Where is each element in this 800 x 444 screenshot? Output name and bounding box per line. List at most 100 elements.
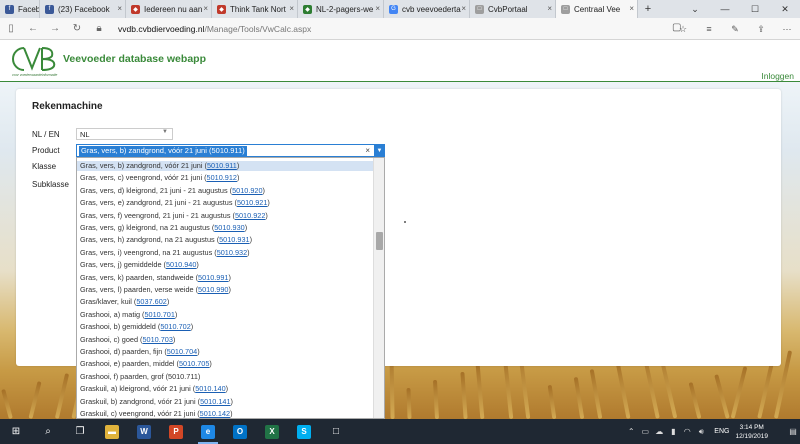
url-field[interactable]: vvdb.cvbdiervoeding.nl/Manage/Tools/VwCa…: [118, 24, 311, 34]
browser-tab[interactable]: ◆ Iedereen nu aan ×: [126, 0, 212, 18]
dropdown-option[interactable]: Grashooi, b) gemiddeld (5010.702): [77, 322, 374, 332]
language-select[interactable]: NL ▼: [76, 128, 173, 140]
close-tab-icon[interactable]: ×: [375, 4, 380, 13]
option-code-link[interactable]: 5010.920: [232, 186, 262, 195]
option-code-link[interactable]: 5010.702: [160, 322, 190, 331]
dropdown-option[interactable]: Gras, vers, c) veengrond, vóór 21 juni (…: [77, 173, 374, 183]
dropdown-option[interactable]: Grashooi, a) matig (5010.701): [77, 310, 374, 320]
battery-icon[interactable]: ▮: [666, 427, 680, 436]
chevron-up-icon[interactable]: ⌃: [624, 427, 638, 436]
dropdown-option[interactable]: Gras/klaver, kuil (5037.602): [77, 297, 374, 307]
dropdown-option[interactable]: Gras, vers, b) zandgrond, vóór 21 juni (…: [77, 161, 374, 171]
browser-tab[interactable]: ◆ NL-2-pagers-we ×: [298, 0, 384, 18]
new-tab-button[interactable]: +: [638, 0, 658, 18]
scrollbar-thumb[interactable]: [376, 232, 383, 250]
option-code-link[interactable]: 5010.940: [166, 260, 196, 269]
browser-tab[interactable]: Gcvb veevoederta ×: [384, 0, 470, 18]
task-view-glyph: ❐: [75, 426, 85, 437]
option-code-link[interactable]: 5010.141: [200, 397, 230, 406]
favorites-list-icon[interactable]: ≡: [696, 18, 722, 40]
dropdown-option[interactable]: Grashooi, d) paarden, fijn (5010.704): [77, 347, 374, 357]
forward-button[interactable]: →: [44, 18, 66, 40]
close-tab-icon[interactable]: ×: [117, 4, 122, 13]
login-link[interactable]: Inloggen: [761, 71, 794, 81]
clear-icon[interactable]: ×: [365, 146, 370, 155]
edge-icon[interactable]: e: [192, 419, 224, 444]
task-view-icon[interactable]: ❐: [64, 419, 96, 444]
notes-icon[interactable]: ✎: [722, 18, 748, 40]
option-code-link[interactable]: 5010.704: [167, 347, 197, 356]
browser-tab[interactable]: ◆ Think Tank Nort ×: [212, 0, 298, 18]
option-code-link[interactable]: 5010.911: [207, 161, 237, 170]
option-code-link[interactable]: 5037.602: [136, 297, 166, 306]
outlook-icon[interactable]: O: [224, 419, 256, 444]
search-icon[interactable]: ⌕: [32, 419, 64, 444]
dropdown-option[interactable]: Gras, vers, f) veengrond, 21 juni - 21 a…: [77, 211, 374, 221]
close-tab-icon[interactable]: ×: [461, 4, 466, 13]
dropdown-option[interactable]: Graskuil, a) kleigrond, vóór 21 juni (50…: [77, 384, 374, 394]
option-code-link[interactable]: 5010.991: [198, 273, 228, 282]
favorites-icon[interactable]: ☆: [670, 18, 696, 40]
option-code-link[interactable]: 5010.703: [142, 335, 172, 344]
language-indicator[interactable]: ENG: [714, 428, 729, 435]
option-code-link[interactable]: 5010.932: [217, 248, 247, 257]
browser-tab[interactable]: □ CvbPortaal ×: [470, 0, 556, 18]
dropdown-scrollbar[interactable]: [373, 158, 384, 418]
start-icon[interactable]: ⊞: [0, 419, 32, 444]
dropdown-option[interactable]: Grashooi, c) goed (5010.703): [77, 335, 374, 345]
more-menu-icon[interactable]: ⋯: [774, 18, 800, 40]
back-button[interactable]: ←: [22, 18, 44, 40]
file-explorer-icon[interactable]: ▬: [96, 419, 128, 444]
onedrive-icon[interactable]: ☁: [652, 427, 666, 436]
skype-icon[interactable]: S: [288, 419, 320, 444]
dropdown-option[interactable]: Gras, vers, j) gemiddelde (5010.940): [77, 260, 374, 270]
wifi-icon[interactable]: ◠: [680, 427, 694, 436]
option-code-link[interactable]: 5010.931: [219, 235, 249, 244]
option-code-link[interactable]: 5010.921: [237, 198, 267, 207]
dropdown-option[interactable]: Graskuil, b) zandgrond, vóór 21 juni (50…: [77, 397, 374, 407]
maximize-button[interactable]: ☐: [740, 0, 770, 18]
sidebar-toggle-icon[interactable]: ▯: [0, 18, 22, 40]
dropdown-option[interactable]: Gras, vers, e) zandgrond, 21 juni - 21 a…: [77, 198, 374, 208]
close-tab-icon[interactable]: ×: [629, 4, 634, 13]
dropdown-option[interactable]: Graskuil, c) veengrond, vóór 21 juni (50…: [77, 409, 374, 418]
close-tab-icon[interactable]: ×: [203, 4, 208, 13]
browser-tab[interactable]: □ Centraal Vee ×: [556, 0, 638, 18]
close-tab-icon[interactable]: ×: [547, 4, 552, 13]
option-code-link[interactable]: 5010.705: [179, 359, 209, 368]
option-code-link[interactable]: 5010.930: [214, 223, 244, 232]
dropdown-arrow-icon[interactable]: ▼: [374, 144, 385, 157]
product-combobox[interactable]: Gras, vers, b) zandgrond, vóór 21 juni (…: [76, 144, 385, 157]
dropdown-option[interactable]: Gras, vers, k) paarden, standweide (5010…: [77, 273, 374, 283]
dropdown-option[interactable]: Gras, vers, g) kleigrond, na 21 augustus…: [77, 223, 374, 233]
word-icon[interactable]: W: [128, 419, 160, 444]
option-code-link[interactable]: 5010.922: [235, 211, 265, 220]
excel-icon[interactable]: X: [256, 419, 288, 444]
notification-icon[interactable]: ▤: [786, 427, 800, 436]
blank-app-icon[interactable]: □: [320, 419, 352, 444]
dropdown-option[interactable]: Gras, vers, i) veengrond, na 21 augustus…: [77, 248, 374, 258]
option-code-link[interactable]: 5010.990: [198, 285, 228, 294]
option-code-link[interactable]: 5010.142: [200, 409, 230, 418]
dropdown-option[interactable]: Gras, vers, d) kleigrond, 21 juni - 21 a…: [77, 186, 374, 196]
product-dropdown-list[interactable]: Gras, vers, b) zandgrond, vóór 21 juni (…: [76, 157, 385, 419]
dropdown-option[interactable]: Gras, vers, l) paarden, verse weide (501…: [77, 285, 374, 295]
dropdown-option[interactable]: Gras, vers, h) zandgrond, na 21 augustus…: [77, 235, 374, 245]
clock[interactable]: 3:14 PM 12/19/2019: [735, 423, 768, 441]
close-tab-icon[interactable]: ×: [289, 4, 294, 13]
option-code-link[interactable]: 5010.140: [195, 384, 225, 393]
refresh-button[interactable]: ↻: [66, 18, 88, 40]
browser-tab[interactable]: f Facebook: [0, 0, 40, 18]
close-window-button[interactable]: ✕: [770, 0, 800, 18]
dropdown-option[interactable]: Grashooi, f) paarden, grof (5010.711): [77, 372, 374, 382]
share-icon[interactable]: ⇪: [748, 18, 774, 40]
powerpoint-icon[interactable]: P: [160, 419, 192, 444]
browser-tab[interactable]: f (23) Facebook ×: [40, 0, 126, 18]
dropdown-option[interactable]: Grashooi, e) paarden, middel (5010.705): [77, 359, 374, 369]
option-code-link[interactable]: 5010.701: [144, 310, 174, 319]
tab-menu-icon[interactable]: ⌄: [680, 0, 710, 18]
minimize-button[interactable]: —: [710, 0, 740, 18]
option-code-link[interactable]: 5010.912: [207, 173, 237, 182]
volume-icon[interactable]: 🔊︎: [694, 427, 708, 437]
network-icon[interactable]: ▭: [638, 427, 652, 436]
